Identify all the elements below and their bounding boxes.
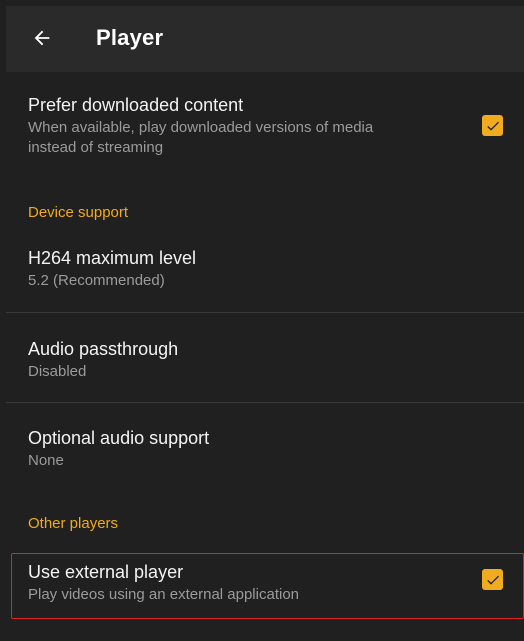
setting-h264-level[interactable]: H264 maximum level 5.2 (Recommended) xyxy=(6,247,524,293)
setting-subtitle: When available, play downloaded versions… xyxy=(28,118,524,158)
setting-external-player[interactable]: Use external player Play videos using an… xyxy=(6,561,524,611)
setting-optional-audio[interactable]: Optional audio support None xyxy=(6,427,524,473)
divider xyxy=(6,312,524,313)
setting-audio-passthrough[interactable]: Audio passthrough Disabled xyxy=(6,338,524,384)
app-bar: Player xyxy=(6,6,524,72)
prefer-downloaded-checkbox[interactable] xyxy=(482,115,503,136)
back-button[interactable] xyxy=(28,24,56,52)
divider xyxy=(6,402,524,403)
setting-title: Audio passthrough xyxy=(28,339,179,359)
settings-list: Prefer downloaded content When available… xyxy=(6,72,524,641)
check-icon xyxy=(486,575,499,585)
check-icon xyxy=(486,121,499,131)
setting-subtitle-line1: When available, play downloaded versions… xyxy=(28,119,374,136)
setting-title: Use external player xyxy=(28,562,184,582)
setting-value: Disabled xyxy=(28,363,87,380)
setting-value: None xyxy=(28,452,64,469)
setting-prefer-downloaded[interactable]: Prefer downloaded content When available… xyxy=(6,94,524,164)
setting-title: Optional audio support xyxy=(28,428,210,448)
section-header-device-support: Device support xyxy=(28,204,129,221)
page-title: Player xyxy=(96,25,164,50)
arrow-left-icon xyxy=(34,30,50,46)
setting-subtitle-line2: instead of streaming xyxy=(28,139,164,156)
setting-title: Prefer downloaded content xyxy=(28,95,244,115)
setting-value: 5.2 (Recommended) xyxy=(28,272,165,289)
section-header-other-players: Other players xyxy=(28,515,119,532)
external-player-checkbox[interactable] xyxy=(482,569,503,590)
setting-subtitle: Play videos using an external applicatio… xyxy=(28,586,300,603)
setting-title: H264 maximum level xyxy=(28,248,197,268)
